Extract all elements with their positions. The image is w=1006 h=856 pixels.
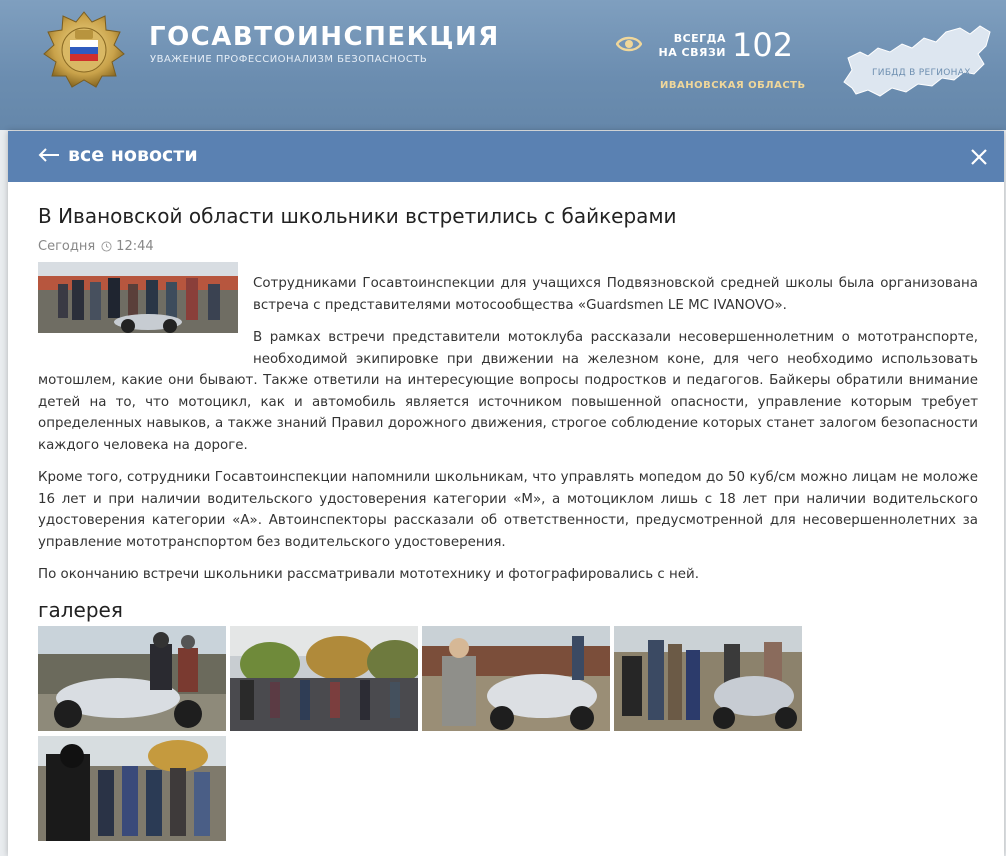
gallery-thumb[interactable] bbox=[38, 626, 226, 731]
map-label: ГИБДД В РЕГИОНАХ bbox=[872, 68, 971, 78]
region-link[interactable]: ИВАНОВСКАЯ ОБЛАСТЬ bbox=[660, 80, 806, 91]
article-body: Сотрудниками Госавтоинспекции для учащих… bbox=[38, 273, 978, 597]
russia-map-icon[interactable] bbox=[838, 18, 994, 106]
phone-number[interactable]: 102 bbox=[732, 26, 793, 64]
always-line-1: ВСЕГДА bbox=[673, 32, 726, 45]
always-online-label: ВСЕГДА НА СВЯЗИ bbox=[656, 32, 726, 60]
gallery-thumb[interactable] bbox=[38, 736, 226, 841]
gallery-thumb[interactable] bbox=[230, 626, 418, 731]
news-date: Сегодня bbox=[38, 239, 96, 254]
news-title: В Ивановской области школьники встретили… bbox=[38, 204, 677, 228]
close-icon[interactable] bbox=[970, 148, 988, 166]
brand-slogan: УВАЖЕНИЕ ПРОФЕССИОНАЛИЗМ БЕЗОПАСНОСТЬ bbox=[150, 54, 428, 65]
arrow-left-icon bbox=[38, 148, 59, 162]
eye-icon bbox=[616, 36, 642, 52]
panel-topbar: все новости bbox=[8, 131, 1004, 182]
news-meta: Сегодня 12:44 bbox=[38, 239, 154, 254]
article-paragraph-3: Кроме того, сотрудники Госавтоинспекции … bbox=[38, 470, 978, 550]
always-line-2: НА СВЯЗИ bbox=[658, 46, 726, 59]
news-panel: все новости В Ивановской области школьни… bbox=[8, 131, 1004, 856]
clock-icon bbox=[101, 241, 112, 252]
gallery-thumb[interactable] bbox=[614, 626, 802, 731]
article-paragraph-4: По окончанию встречи школьники рассматри… bbox=[38, 567, 699, 582]
site-header: ГОСАВТОИНСПЕКЦИЯ УВАЖЕНИЕ ПРОФЕССИОНАЛИЗ… bbox=[0, 0, 1006, 130]
gibdd-emblem-icon[interactable] bbox=[42, 10, 126, 88]
news-time: 12:44 bbox=[116, 239, 154, 254]
all-news-label: все новости bbox=[68, 144, 198, 166]
brand-title[interactable]: ГОСАВТОИНСПЕКЦИЯ bbox=[149, 22, 500, 52]
gallery-title: галерея bbox=[38, 598, 123, 622]
gallery-thumb[interactable] bbox=[422, 626, 610, 731]
all-news-back-link[interactable]: все новости bbox=[38, 144, 198, 166]
